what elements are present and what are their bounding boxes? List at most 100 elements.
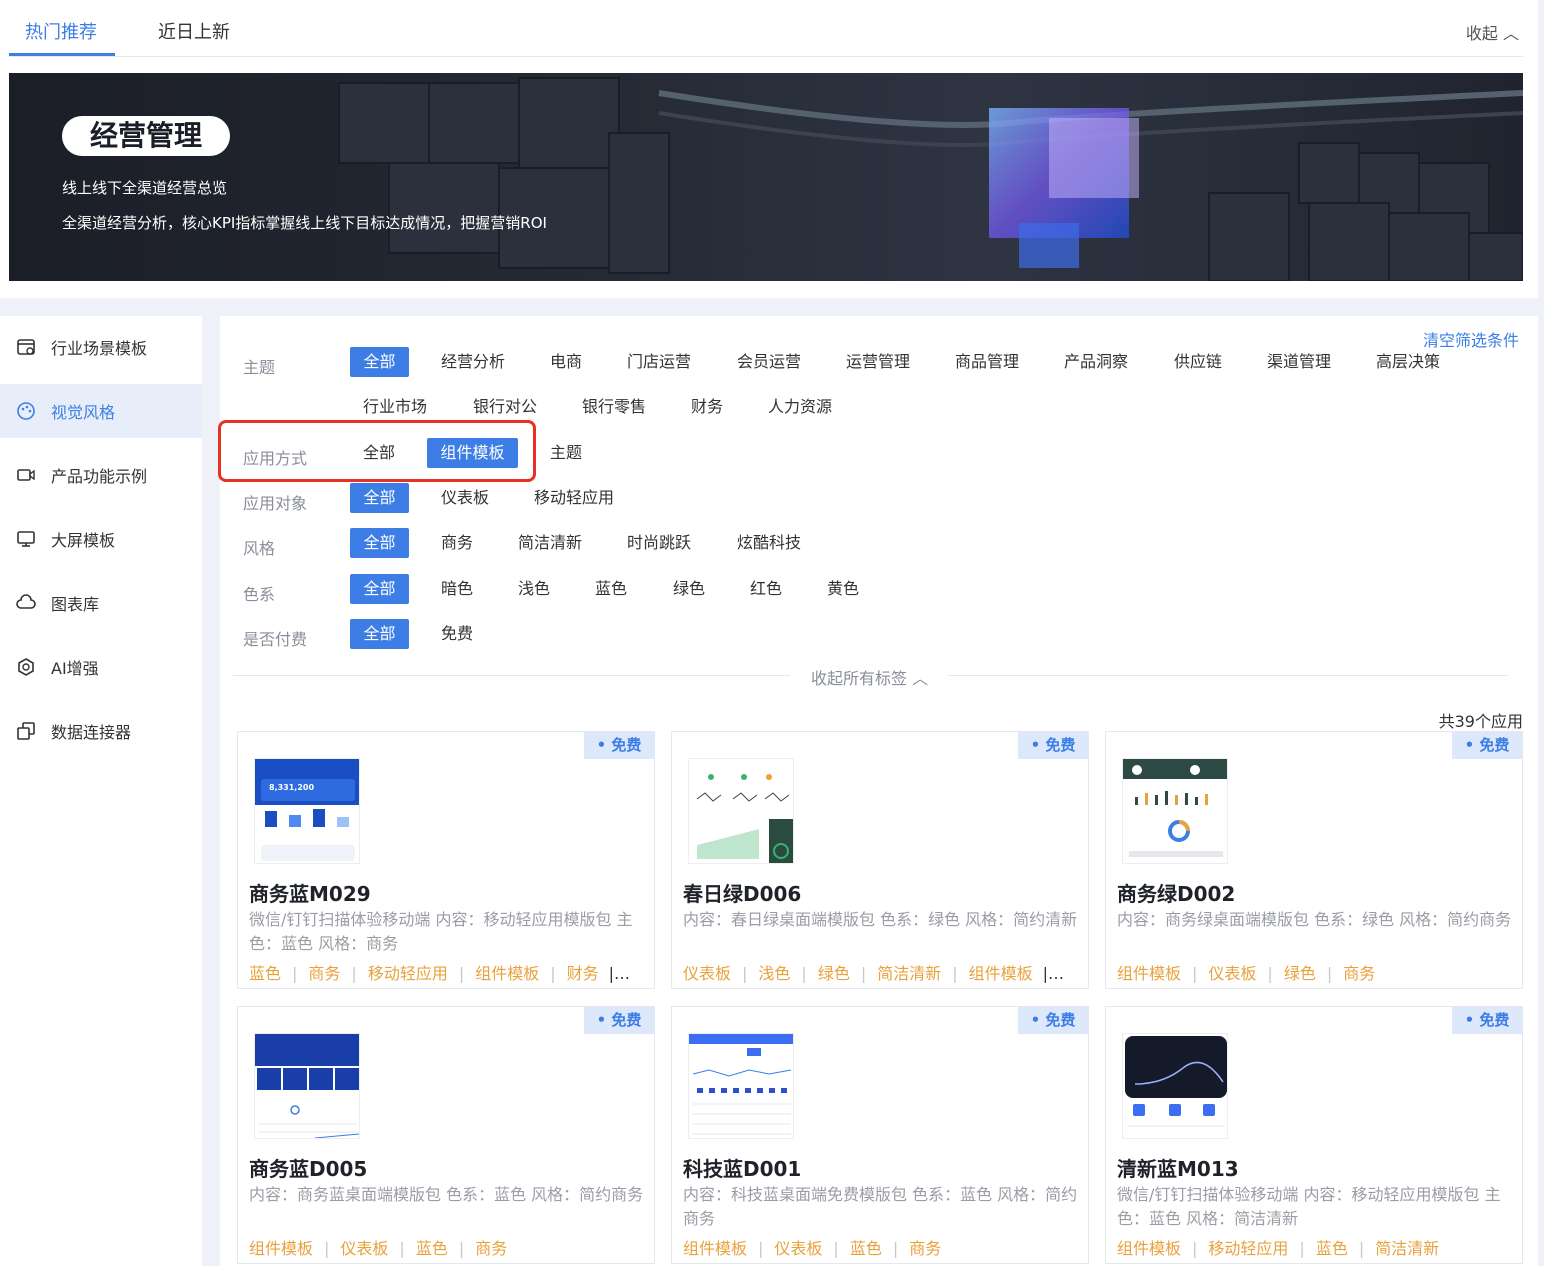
card-tag[interactable]: 移动轻应用	[1208, 1239, 1288, 1258]
banner-description: 全渠道经营分析，核心KPI指标掌握线上线下目标达成情况，把握营销ROI	[62, 214, 547, 232]
filter-option[interactable]: 商务	[441, 528, 473, 558]
card-tag[interactable]: 移动轻应用	[368, 964, 448, 983]
sidebar-item-chart-library[interactable]: 图表库	[0, 576, 202, 630]
filter-option[interactable]: 产品洞察	[1064, 347, 1128, 377]
filter-option[interactable]: 行业市场	[363, 392, 427, 422]
filter-option[interactable]: 商品管理	[955, 347, 1019, 377]
card-tag[interactable]: 浅色	[758, 964, 790, 983]
sidebar-item-screen-templates[interactable]: 大屏模板	[0, 512, 202, 566]
filter-option[interactable]: 门店运营	[627, 347, 691, 377]
filter-option[interactable]: 银行对公	[473, 392, 537, 422]
filter-option[interactable]: 全部	[350, 619, 409, 649]
card-tag[interactable]: 商务	[475, 1239, 507, 1258]
sidebar-item-visual-style[interactable]: 视觉风格	[0, 384, 202, 438]
thumbnail-preview	[1123, 759, 1227, 857]
card-description: 内容：商务蓝桌面端模版包 色系：蓝色 风格：简约商务	[249, 1185, 644, 1204]
card-tag[interactable]: 仪表板	[774, 1239, 822, 1258]
free-badge: • 免费	[1452, 732, 1522, 759]
card-tag[interactable]: 仪表板	[340, 1239, 388, 1258]
filter-option[interactable]: 人力资源	[768, 392, 832, 422]
divider	[233, 675, 790, 676]
filter-option[interactable]: 高层决策	[1376, 347, 1440, 377]
template-thumbnail	[688, 758, 794, 864]
sidebar-item-data-connector[interactable]: 数据连接器	[0, 704, 202, 758]
card-tag[interactable]: 组件模板	[475, 964, 539, 983]
card-tag[interactable]: 商务	[308, 964, 340, 983]
tab-new[interactable]: 近日上新	[158, 18, 230, 44]
card-tag[interactable]: 商务	[1343, 964, 1375, 983]
card-tag[interactable]: 组件模板	[683, 1239, 747, 1258]
more-tags[interactable]: |…	[609, 964, 630, 983]
filter-option[interactable]: 全部	[350, 483, 409, 513]
filter-option[interactable]: 全部	[350, 347, 409, 377]
template-card[interactable]: • 免费 商务蓝D005 内容：商务蓝桌面端模版包 色系：蓝色 风格：简约商务 …	[237, 1006, 655, 1264]
filter-label: 是否付费	[243, 630, 308, 649]
filter-option[interactable]: 免费	[441, 619, 473, 649]
banner-art	[338, 77, 1523, 281]
filter-option[interactable]: 炫酷科技	[737, 528, 801, 558]
card-tag[interactable]: 仪表板	[683, 964, 731, 983]
card-tag[interactable]: 组件模板	[1117, 964, 1181, 983]
filter-option[interactable]: 绿色	[673, 574, 705, 604]
filter-option[interactable]: 全部	[350, 574, 409, 604]
filter-option[interactable]: 电商	[550, 347, 582, 377]
filter-option[interactable]: 蓝色	[595, 574, 627, 604]
template-card[interactable]: • 免费 春日绿D006 内容：春日绿桌面端模版包 色系：绿色 风格：简约清新 …	[671, 731, 1089, 989]
card-tag[interactable]: 绿色	[1284, 964, 1316, 983]
filter-option[interactable]: 会员运营	[737, 347, 801, 377]
filter-option[interactable]: 黄色	[827, 574, 859, 604]
banner[interactable]: 经营管理 线上线下全渠道经营总览 全渠道经营分析，核心KPI指标掌握线上线下目标…	[9, 73, 1523, 281]
card-tag[interactable]: 财务	[567, 964, 599, 983]
filter-row-theme: 主题 全部 经营分析 电商 门店运营 会员运营 运营管理 商品管理 产品洞察 供…	[243, 347, 1513, 377]
card-tag[interactable]: 组件模板	[1117, 1239, 1181, 1258]
card-tag[interactable]: 商务	[909, 1239, 941, 1258]
sidebar: 行业场景模板 视觉风格 产品功能示例 大屏模板 图表库 AI增强 数据连接器	[0, 316, 202, 1266]
card-tag[interactable]: 简洁清新	[877, 964, 941, 983]
filter-option[interactable]: 全部	[363, 438, 395, 468]
card-tags: 蓝色 | 商务 | 移动轻应用 | 组件模板 | 财务 |…	[249, 964, 631, 983]
filter-option[interactable]: 暗色	[441, 574, 473, 604]
banner-title: 经营管理	[62, 116, 230, 156]
filter-option[interactable]: 供应链	[1174, 347, 1222, 377]
collapse-button[interactable]: 收起 ︿	[1466, 20, 1519, 44]
sidebar-item-feature-examples[interactable]: 产品功能示例	[0, 448, 202, 502]
card-tag[interactable]: 蓝色	[416, 1239, 448, 1258]
template-thumbnail	[688, 1033, 794, 1139]
thumbnail-preview	[696, 774, 793, 863]
filter-option[interactable]: 仪表板	[441, 483, 489, 513]
template-card[interactable]: • 免费 科技蓝D001 内容：科技蓝桌面端免费模版包 色系：蓝色 风格：简约商…	[671, 1006, 1089, 1264]
card-tag[interactable]: 蓝色	[850, 1239, 882, 1258]
filter-option[interactable]: 银行零售	[582, 392, 646, 422]
card-tag[interactable]: 仪表板	[1208, 964, 1256, 983]
template-card[interactable]: • 免费 8,331,200 商务蓝M029 微信/钉钉扫描体验移动端 内容：移…	[237, 731, 655, 989]
filter-option[interactable]: 时尚跳跃	[627, 528, 691, 558]
card-title: 清新蓝M013	[1117, 1157, 1239, 1181]
card-tag[interactable]: 组件模板	[969, 964, 1033, 983]
sidebar-item-ai[interactable]: AI增强	[0, 640, 202, 694]
card-title: 商务绿D002	[1117, 882, 1236, 906]
tab-hot[interactable]: 热门推荐	[25, 18, 97, 44]
filter-option[interactable]: 移动轻应用	[534, 483, 614, 513]
collapse-all-tags-button[interactable]: 收起所有标签 ︿	[811, 665, 928, 689]
template-card[interactable]: • 免费 清新蓝M013 微信/钉钉扫描体验移动端 内容：移动轻应用模版包 主色…	[1105, 1006, 1523, 1264]
filter-option[interactable]: 渠道管理	[1267, 347, 1331, 377]
filter-option[interactable]: 组件模板	[427, 438, 518, 468]
filter-option[interactable]: 红色	[750, 574, 782, 604]
filter-option[interactable]: 主题	[550, 438, 582, 468]
filter-option[interactable]: 运营管理	[846, 347, 910, 377]
card-tag[interactable]: 蓝色	[1316, 1239, 1348, 1258]
filter-option[interactable]: 简洁清新	[518, 528, 582, 558]
filter-option[interactable]: 浅色	[518, 574, 550, 604]
filter-option[interactable]: 经营分析	[441, 347, 505, 377]
sidebar-item-industry-templates[interactable]: 行业场景模板	[0, 320, 202, 374]
filter-label: 主题	[243, 358, 276, 377]
template-card[interactable]: • 免费 商务绿D002 内容：商务绿桌面端模版包 色系：绿色 风格：简约商务 …	[1105, 731, 1523, 989]
card-description: 内容：商务绿桌面端模版包 色系：绿色 风格：简约商务	[1117, 910, 1512, 929]
card-tag[interactable]: 绿色	[818, 964, 850, 983]
card-tag[interactable]: 组件模板	[249, 1239, 313, 1258]
card-tag[interactable]: 简洁清新	[1375, 1239, 1439, 1258]
more-tags[interactable]: |…	[1043, 964, 1064, 983]
filter-option[interactable]: 全部	[350, 528, 409, 558]
filter-option[interactable]: 财务	[691, 392, 723, 422]
card-tag[interactable]: 蓝色	[249, 964, 281, 983]
